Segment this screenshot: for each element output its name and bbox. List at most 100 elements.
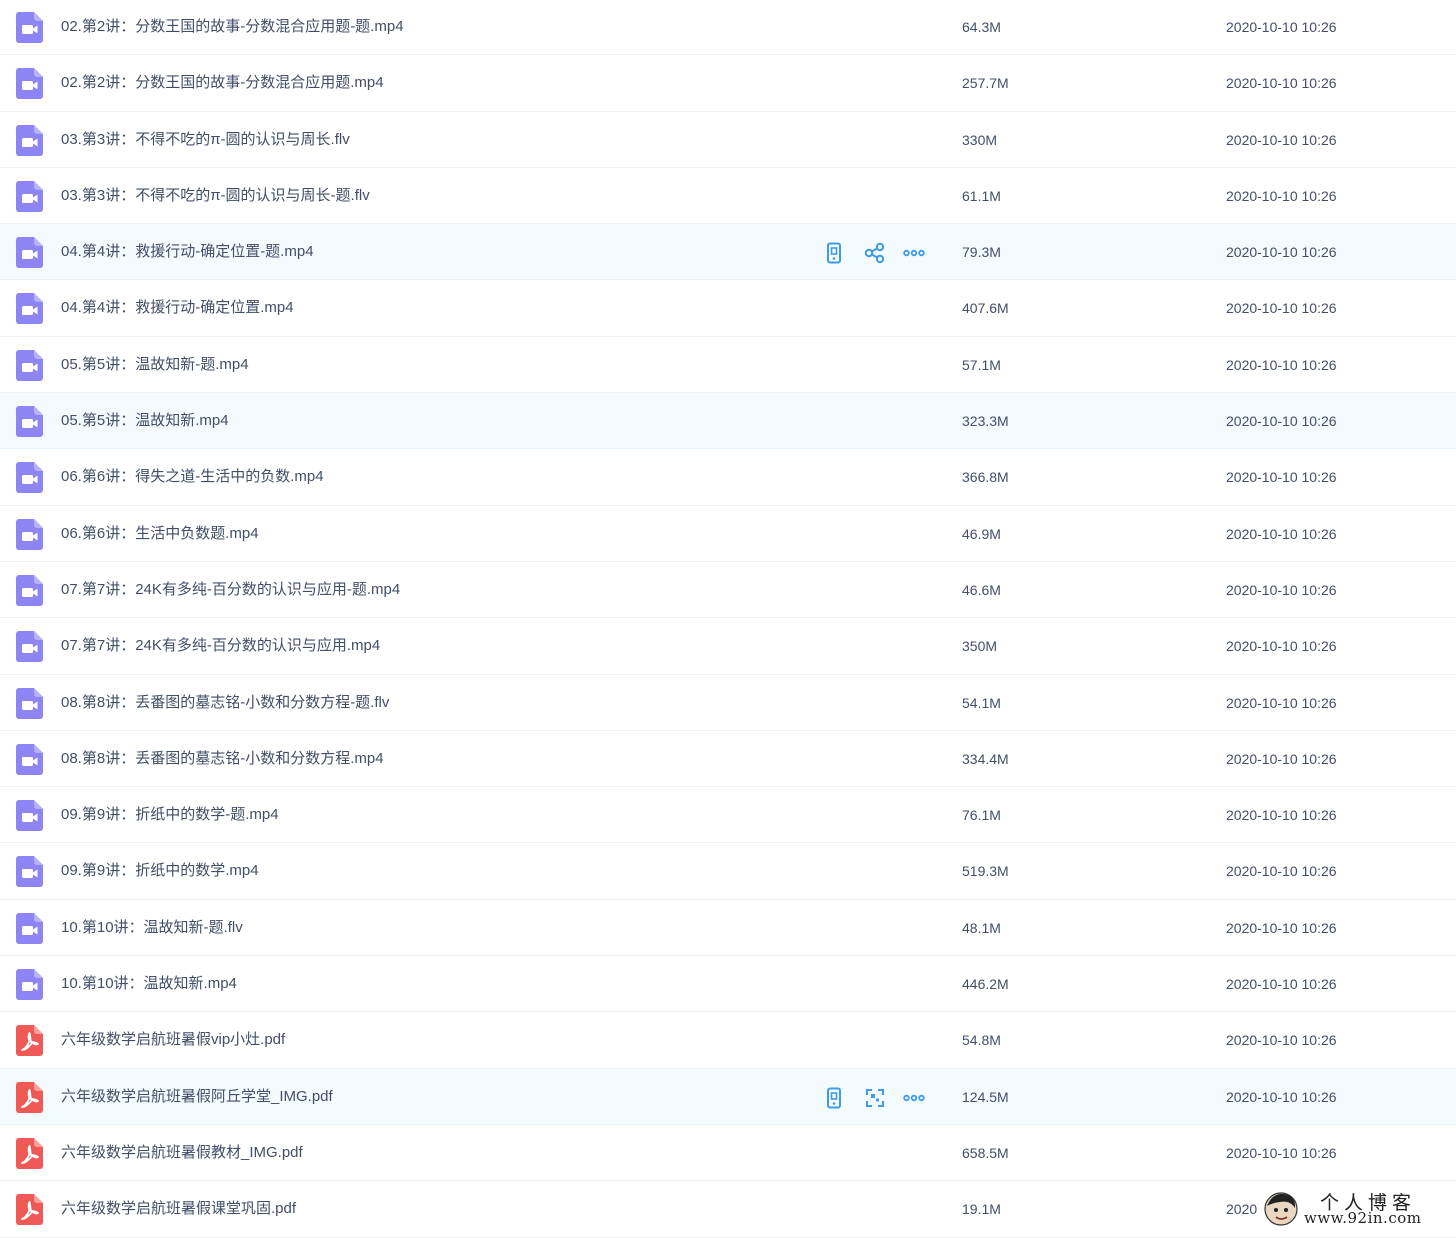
scan-icon[interactable] (863, 1086, 887, 1110)
file-name-link[interactable]: 07.第7讲：24K有多纯-百分数的认识与应用-题.mp4 (61, 562, 400, 618)
file-name-link[interactable]: 02.第2讲：分数王国的故事-分数混合应用题.mp4 (61, 55, 384, 111)
file-row[interactable]: 08.第8讲：丢番图的墓志铭-小数和分数方程.mp4 334.4M 2020-10-… (0, 731, 1456, 788)
file-row[interactable]: 05.第5讲：温故知新.mp4 323.3M 2020-10-10 10:26 (0, 393, 1456, 450)
pdf-file-icon (16, 1194, 43, 1226)
file-row[interactable]: 10.第10讲：温故知新.mp4 446.2M 2020-10-10 10:26 (0, 956, 1456, 1013)
file-date: 2020-10-10 10:26 (1226, 75, 1337, 92)
video-file-icon (16, 631, 43, 663)
file-date: 2020 (1226, 1201, 1258, 1218)
file-date: 2020-10-10 10:26 (1226, 581, 1337, 598)
file-name-link[interactable]: 08.第8讲：丢番图的墓志铭-小数和分数方程.mp4 (61, 731, 384, 787)
file-row[interactable]: 03.第3讲：不得不吃的π-圆的认识与周长.flv 330M 2020-10-10 … (0, 112, 1456, 168)
file-row[interactable]: 六年级数学启航班暑假教材_IMG.pdf 658.5M 2020-10-10 10:… (0, 1125, 1456, 1182)
video-file-icon (16, 743, 43, 775)
video-file-icon (16, 912, 43, 944)
file-name-link[interactable]: 03.第3讲：不得不吃的π-圆的认识与周长-题.flv (61, 168, 370, 224)
file-name-link[interactable]: 六年级数学启航班暑假vip小灶.pdf (61, 1012, 285, 1068)
file-size: 334.4M (962, 750, 1009, 767)
file-date: 2020-10-10 10:26 (1226, 525, 1337, 542)
file-date: 2020-10-10 10:26 (1226, 469, 1337, 486)
file-size: 446.2M (962, 976, 1009, 993)
file-size: 64.3M (962, 19, 1001, 35)
file-row[interactable]: 02.第2讲：分数王国的故事-分数混合应用题.mp4 257.7M 2020-10-… (0, 55, 1456, 112)
pdf-file-icon (16, 1137, 43, 1169)
file-row[interactable]: 07.第7讲：24K有多纯-百分数的认识与应用-题.mp4 46.6M 2020-1… (0, 562, 1456, 619)
file-list: 02.第2讲：分数王国的故事-分数混合应用题-题.mp4 64.3M 2020-10… (0, 0, 1456, 1238)
video-file-icon (16, 518, 43, 550)
file-date: 2020-10-10 10:26 (1226, 1032, 1337, 1049)
file-date: 2020-10-10 10:26 (1226, 19, 1337, 35)
file-name-link[interactable]: 六年级数学启航班暑假教材_IMG.pdf (61, 1125, 303, 1181)
mobile-icon[interactable] (822, 1086, 846, 1110)
file-row[interactable]: 06.第6讲：生活中负数题.mp4 46.9M 2020-10-10 10:26 (0, 506, 1456, 562)
file-size: 61.1M (962, 187, 1001, 204)
file-name-link[interactable]: 09.第9讲：折纸中的数学.mp4 (61, 843, 259, 899)
file-size: 48.1M (962, 919, 1001, 936)
file-name-link[interactable]: 09.第9讲：折纸中的数学-题.mp4 (61, 787, 279, 843)
file-size: 46.6M (962, 581, 1001, 598)
video-file-icon (16, 800, 43, 832)
file-name-link[interactable]: 06.第6讲：得失之道-生活中的负数.mp4 (61, 449, 324, 505)
file-name-link[interactable]: 10.第10讲：温故知新-题.flv (61, 900, 243, 956)
file-size: 257.7M (962, 75, 1009, 92)
video-file-icon (16, 237, 43, 269)
file-name-link[interactable]: 07.第7讲：24K有多纯-百分数的认识与应用.mp4 (61, 618, 380, 674)
row-actions (822, 241, 932, 265)
video-file-icon (16, 969, 43, 1001)
file-row[interactable]: 09.第9讲：折纸中的数学-题.mp4 76.1M 2020-10-10 10:26 (0, 787, 1456, 844)
file-size: 350M (962, 638, 998, 655)
file-size: 323.3M (962, 413, 1009, 430)
row-actions (822, 1086, 932, 1110)
file-row[interactable]: 10.第10讲：温故知新-题.flv 48.1M 2020-10-10 10:26 (0, 900, 1456, 957)
file-row[interactable]: 09.第9讲：折纸中的数学.mp4 519.3M 2020-10-10 10:26 (0, 843, 1456, 900)
file-name-link[interactable]: 10.第10讲：温故知新.mp4 (61, 956, 237, 1012)
watermark-url: www.92in.com (1304, 1209, 1422, 1227)
file-date: 2020-10-10 10:26 (1226, 413, 1337, 430)
file-date: 2020-10-10 10:26 (1226, 976, 1337, 993)
file-date: 2020-10-10 10:26 (1226, 694, 1337, 711)
file-size: 46.9M (962, 525, 1001, 542)
file-name-link[interactable]: 04.第4讲：救援行动-确定位置-题.mp4 (61, 224, 314, 280)
file-row[interactable]: 07.第7讲：24K有多纯-百分数的认识与应用.mp4 350M 2020-10-1… (0, 618, 1456, 675)
file-name-link[interactable]: 05.第5讲：温故知新-题.mp4 (61, 337, 249, 393)
file-row[interactable]: 05.第5讲：温故知新-题.mp4 57.1M 2020-10-10 10:26 (0, 337, 1456, 394)
video-file-icon (16, 574, 43, 606)
file-row[interactable]: 02.第2讲：分数王国的故事-分数混合应用题-题.mp4 64.3M 2020-10… (0, 0, 1456, 56)
file-name-link[interactable]: 04.第4讲：救援行动-确定位置.mp4 (61, 280, 294, 336)
file-row[interactable]: 04.第4讲：救援行动-确定位置.mp4 407.6M 2020-10-10 10:… (0, 280, 1456, 337)
watermark: 个人博客 www.92in.com (1262, 1186, 1456, 1230)
video-file-icon (16, 68, 43, 100)
video-file-icon (16, 406, 43, 438)
file-name-link[interactable]: 03.第3讲：不得不吃的π-圆的认识与周长.flv (61, 112, 350, 168)
share-icon[interactable] (863, 241, 887, 265)
file-name-link[interactable]: 六年级数学启航班暑假阿丘学堂_IMG.pdf (61, 1069, 333, 1125)
file-size: 407.6M (962, 300, 1009, 317)
mobile-icon[interactable] (822, 241, 846, 265)
file-date: 2020-10-10 10:26 (1226, 638, 1337, 655)
file-name-link[interactable]: 六年级数学启航班暑假课堂巩固.pdf (61, 1181, 296, 1237)
file-date: 2020-10-10 10:26 (1226, 356, 1337, 373)
file-size: 658.5M (962, 1144, 1009, 1161)
file-date: 2020-10-10 10:26 (1226, 187, 1337, 204)
file-name-link[interactable]: 06.第6讲：生活中负数题.mp4 (61, 506, 259, 562)
pdf-file-icon (16, 1081, 43, 1113)
video-file-icon (16, 180, 43, 212)
file-size: 54.8M (962, 1032, 1001, 1049)
file-name-link[interactable]: 02.第2讲：分数王国的故事-分数混合应用题-题.mp4 (61, 0, 404, 55)
file-row[interactable]: 六年级数学启航班暑假vip小灶.pdf 54.8M 2020-10-10 10:26 (0, 1012, 1456, 1069)
file-size: 57.1M (962, 356, 1001, 373)
more-icon[interactable] (902, 241, 926, 265)
file-name-link[interactable]: 08.第8讲：丢番图的墓志铭-小数和分数方程-题.flv (61, 675, 389, 731)
file-row[interactable]: 六年级数学启航班暑假阿丘学堂_IMG.pdf 124.5M 2020-10-10 1… (0, 1068, 1456, 1125)
more-icon[interactable] (902, 1086, 926, 1110)
file-row[interactable]: 04.第4讲：救援行动-确定位置-题.mp4 79.3M 2020-10-10 10… (0, 224, 1456, 281)
video-file-icon (16, 293, 43, 325)
file-row[interactable]: 六年级数学启航班暑假课堂巩固.pdf 19.1M 2020 (0, 1181, 1456, 1238)
file-date: 2020-10-10 10:26 (1226, 919, 1337, 936)
file-row[interactable]: 06.第6讲：得失之道-生活中的负数.mp4 366.8M 2020-10-10 1… (0, 449, 1456, 506)
file-date: 2020-10-10 10:26 (1226, 300, 1337, 317)
file-row[interactable]: 08.第8讲：丢番图的墓志铭-小数和分数方程-题.flv 54.1M 2020-10… (0, 675, 1456, 731)
pdf-file-icon (16, 1025, 43, 1057)
file-row[interactable]: 03.第3讲：不得不吃的π-圆的认识与周长-题.flv 61.1M 2020-10-… (0, 168, 1456, 225)
file-name-link[interactable]: 05.第5讲：温故知新.mp4 (61, 393, 229, 449)
